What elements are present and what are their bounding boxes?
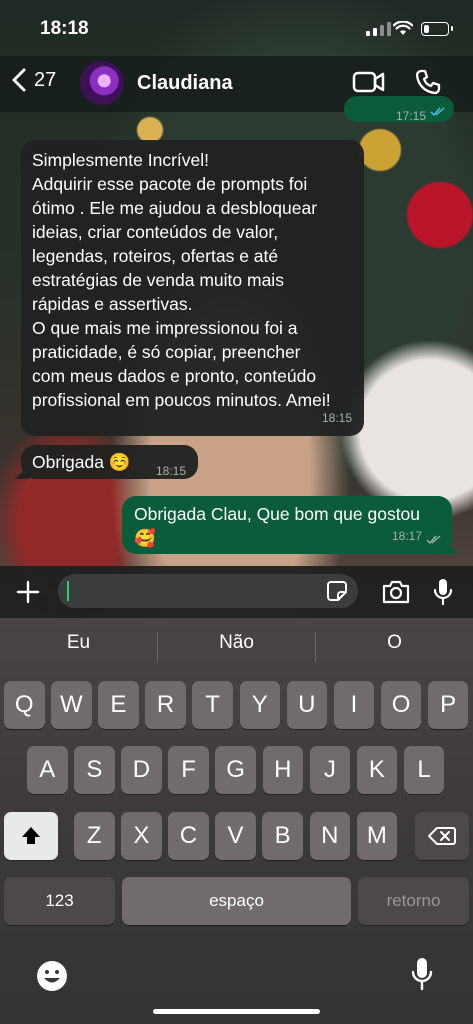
key-b[interactable]: B xyxy=(262,812,303,860)
message-bubble-incoming[interactable]: Obrigada ☺️ 18:15 xyxy=(15,445,198,479)
key-k[interactable]: K xyxy=(356,746,398,794)
key-v[interactable]: V xyxy=(215,812,256,860)
contact-name[interactable]: Claudiana xyxy=(137,72,233,95)
plus-icon[interactable] xyxy=(16,580,40,604)
battery-icon xyxy=(421,22,453,36)
phone-icon[interactable] xyxy=(414,68,442,96)
video-camera-icon[interactable] xyxy=(352,68,386,96)
message-line: O que mais me impressionou foi a xyxy=(32,318,298,338)
message-line: Simplesmente Incrível! xyxy=(32,150,210,170)
message-text: Simplesmente Incrível! Adquirir esse pac… xyxy=(32,148,362,412)
message-text: Obrigada ☺️ xyxy=(32,452,131,472)
key-y[interactable]: Y xyxy=(239,681,280,729)
camera-icon[interactable] xyxy=(381,579,411,605)
message-line: rápidas e assertivas. xyxy=(32,294,193,314)
message-bubble-outgoing[interactable]: Obrigada Clau, Que bom que gostou 🥰 18:1… xyxy=(122,496,458,554)
suggestion-3[interactable]: O xyxy=(316,632,473,654)
key-h[interactable]: H xyxy=(262,746,303,794)
message-time: 17:15 xyxy=(395,109,426,123)
message-line: praticidade, é só copiar, preencher xyxy=(32,342,301,362)
sticker-icon[interactable] xyxy=(326,580,348,602)
key-u[interactable]: U xyxy=(286,681,328,729)
text-caret xyxy=(67,581,69,601)
space-key[interactable]: espaço xyxy=(122,877,351,925)
key-f[interactable]: F xyxy=(168,746,209,794)
unread-count: 27 xyxy=(34,68,57,91)
key-a[interactable]: A xyxy=(27,746,68,794)
key-p[interactable]: P xyxy=(427,681,469,729)
chevron-left-icon xyxy=(12,68,26,92)
read-receipt-icon xyxy=(430,107,445,116)
numbers-key[interactable]: 123 xyxy=(4,877,115,925)
battery-level xyxy=(424,25,429,33)
key-q[interactable]: Q xyxy=(4,681,45,729)
key-w[interactable]: W xyxy=(51,681,92,729)
emoji-icon[interactable] xyxy=(36,960,68,992)
key-d[interactable]: D xyxy=(121,746,162,794)
key-i[interactable]: I xyxy=(333,681,375,729)
key-j[interactable]: J xyxy=(309,746,351,794)
message-time: 18:17 xyxy=(391,529,422,543)
key-m[interactable]: M xyxy=(356,812,398,860)
contact-avatar[interactable] xyxy=(80,61,124,105)
message-line: estratégias de venda muito mais xyxy=(32,270,284,290)
key-x[interactable]: X xyxy=(121,812,162,860)
backspace-key[interactable] xyxy=(415,812,469,860)
return-key[interactable]: retorno xyxy=(358,877,469,925)
shift-key[interactable] xyxy=(4,812,58,860)
key-t[interactable]: T xyxy=(192,681,233,729)
message-bubble-outgoing-partial[interactable]: 17:15 xyxy=(344,96,454,123)
back-button[interactable]: 27 xyxy=(12,68,56,92)
message-time: 18:15 xyxy=(155,464,186,478)
suggestion-2[interactable]: Não xyxy=(158,632,315,654)
key-e[interactable]: E xyxy=(98,681,139,729)
message-bubble-incoming[interactable]: Simplesmente Incrível! Adquirir esse pac… xyxy=(21,140,364,436)
status-time: 18:18 xyxy=(40,18,89,39)
wifi-icon xyxy=(393,21,413,35)
message-line: ideias, criar conteúdos de valor, xyxy=(32,222,279,242)
message-line: ótimo . Ele me ajudou a desbloquear xyxy=(32,198,318,218)
message-composer xyxy=(0,566,473,618)
delivered-receipt-icon xyxy=(426,535,441,544)
key-g[interactable]: G xyxy=(215,746,256,794)
message-line: profissional em poucos minutos. Amei! xyxy=(32,390,331,410)
status-bar: 18:18 xyxy=(0,0,473,60)
key-n[interactable]: N xyxy=(309,812,350,860)
backspace-icon xyxy=(428,827,456,845)
message-line: Obrigada Clau, Que bom que gostou xyxy=(134,504,421,524)
dictation-microphone-icon[interactable] xyxy=(410,956,434,992)
key-s[interactable]: S xyxy=(74,746,115,794)
microphone-icon[interactable] xyxy=(432,577,454,607)
key-z[interactable]: Z xyxy=(74,812,115,860)
cellular-signal-icon xyxy=(366,22,391,36)
message-input[interactable] xyxy=(58,574,358,608)
key-c[interactable]: C xyxy=(168,812,209,860)
home-indicator xyxy=(153,1009,320,1014)
message-time: 18:15 xyxy=(321,411,352,425)
key-r[interactable]: R xyxy=(145,681,186,729)
suggestion-1[interactable]: Eu xyxy=(0,632,157,654)
message-line: Adquirir esse pacote de prompts foi xyxy=(32,174,308,194)
key-o[interactable]: O xyxy=(380,681,422,729)
shift-arrow-icon xyxy=(22,827,40,844)
message-line: com meus dados e pronto, conteúdo xyxy=(32,366,317,386)
message-line: legendas, roteiros, ofertas e até xyxy=(32,246,279,266)
keyboard: Eu Não O 123 espaço retorno QWERTYUIOPAS… xyxy=(0,618,473,1024)
key-l[interactable]: L xyxy=(403,746,445,794)
